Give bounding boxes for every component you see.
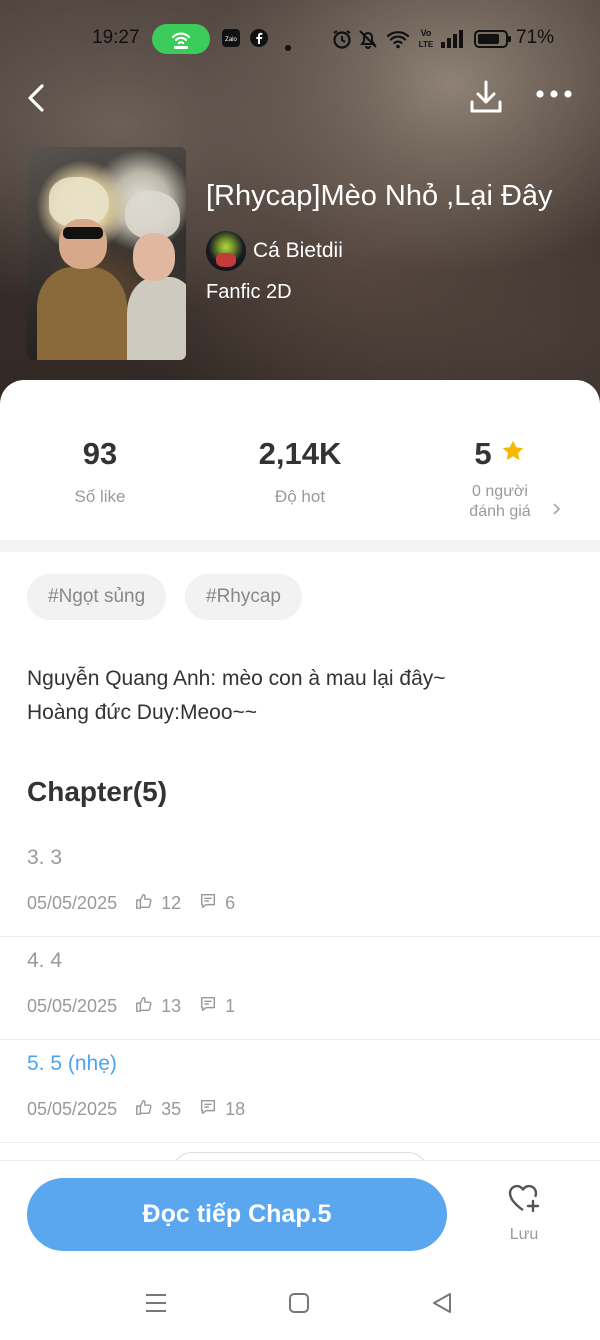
comment-icon: [199, 1098, 225, 1121]
chapter-likes: 12: [161, 892, 182, 913]
back-nav-icon[interactable]: [430, 1292, 454, 1319]
stats-row: 93 Số like 2,14K Độ hot 5 0 người đánh g…: [0, 380, 600, 540]
tag-chip[interactable]: #Rhycap: [185, 574, 302, 620]
system-nav-bar: [0, 1270, 600, 1340]
hotspot-icon: [152, 24, 210, 54]
stat-hot: 2,14K Độ hot: [200, 436, 400, 507]
author-name[interactable]: Cá Bietdii: [253, 239, 343, 263]
likes-value: 93: [82, 436, 118, 471]
chapter-date: 05/05/2025: [27, 995, 118, 1016]
save-label: Lưu: [509, 1226, 539, 1243]
svg-text:LTE: LTE: [419, 40, 434, 49]
top-nav: [0, 78, 600, 118]
chapter-title: 3. 3: [27, 846, 63, 869]
chapter-item[interactable]: 5. 5 (nhẹ) 05/05/2025 35 18: [0, 1040, 600, 1143]
continue-reading-button[interactable]: Đọc tiếp Chap.5: [27, 1178, 447, 1251]
chapter-likes: 35: [161, 1098, 182, 1119]
chapter-item[interactable]: 3. 3 05/05/2025 12 6: [0, 834, 600, 937]
svg-text:Vo: Vo: [421, 28, 432, 38]
back-icon[interactable]: [24, 82, 48, 119]
rating-value: 5: [474, 436, 492, 471]
like-icon: [135, 892, 161, 915]
menu-icon[interactable]: [144, 1292, 168, 1319]
hot-value: 2,14K: [258, 436, 342, 471]
chapter-likes: 13: [161, 995, 182, 1016]
chapter-comments: 1: [225, 995, 236, 1016]
wifi-icon: [386, 28, 410, 56]
home-icon[interactable]: [287, 1292, 311, 1319]
status-bar: 19:27 Zalo Vo LTE 71%: [0, 22, 600, 56]
chapter-date: 05/05/2025: [27, 1098, 118, 1119]
stat-likes: 93 Số like: [0, 436, 200, 507]
like-icon: [135, 995, 161, 1018]
story-title: [Rhycap]Mèo Nhỏ ,Lại Đây: [206, 180, 553, 212]
rating-label-line2: đánh giá: [469, 503, 531, 520]
description-line: Nguyễn Quang Anh: mèo con à mau lại đây~: [27, 667, 446, 690]
stat-rating[interactable]: 5 0 người đánh giá: [400, 436, 600, 522]
chapter-comments: 18: [225, 1098, 246, 1119]
signal-icon: [440, 28, 466, 56]
battery-percent: 71%: [516, 27, 555, 48]
hot-label: Độ hot: [274, 487, 326, 506]
dot-icon: [284, 36, 292, 58]
story-description: Nguyễn Quang Anh: mèo con à mau lại đây~…: [27, 662, 577, 730]
comment-icon: [199, 892, 225, 915]
chevron-right-icon[interactable]: [552, 500, 562, 521]
chapter-comments: 6: [225, 892, 236, 913]
tag-chip[interactable]: #Ngọt sủng: [27, 574, 167, 620]
chapter-date: 05/05/2025: [27, 892, 118, 913]
more-icon[interactable]: [535, 86, 573, 104]
svg-text:Zalo: Zalo: [225, 37, 237, 43]
chapter-title: 4. 4: [27, 949, 63, 972]
section-divider: [0, 540, 600, 552]
chapter-item[interactable]: 4. 4 05/05/2025 13 1: [0, 937, 600, 1040]
like-icon: [135, 1098, 161, 1121]
status-time: 19:27: [92, 27, 140, 48]
comment-icon: [199, 995, 225, 1018]
bottom-action-bar: Đọc tiếp Chap.5 Lưu: [0, 1160, 600, 1270]
zalo-icon: Zalo: [221, 28, 241, 54]
facebook-icon: [249, 28, 269, 54]
chapter-title: 5. 5 (nhẹ): [27, 1052, 117, 1075]
volte-icon: Vo LTE: [418, 26, 434, 56]
cover-image[interactable]: [27, 147, 186, 360]
heart-plus-icon: [506, 1184, 542, 1219]
battery-icon: [474, 29, 512, 55]
rating-label-line1: 0 người: [472, 483, 528, 500]
download-icon[interactable]: [468, 78, 504, 121]
author-avatar[interactable]: [206, 231, 246, 271]
story-genre: Fanfic 2D: [206, 281, 292, 303]
alarm-icon: [331, 28, 353, 56]
likes-label: Số like: [74, 487, 126, 506]
description-line: Hoàng đức Duy:Meoo~~: [27, 701, 258, 724]
chapter-heading: Chapter(5): [27, 776, 168, 807]
save-button[interactable]: Lưu: [496, 1181, 552, 1244]
star-icon: [500, 436, 526, 472]
mute-icon: [357, 28, 379, 56]
